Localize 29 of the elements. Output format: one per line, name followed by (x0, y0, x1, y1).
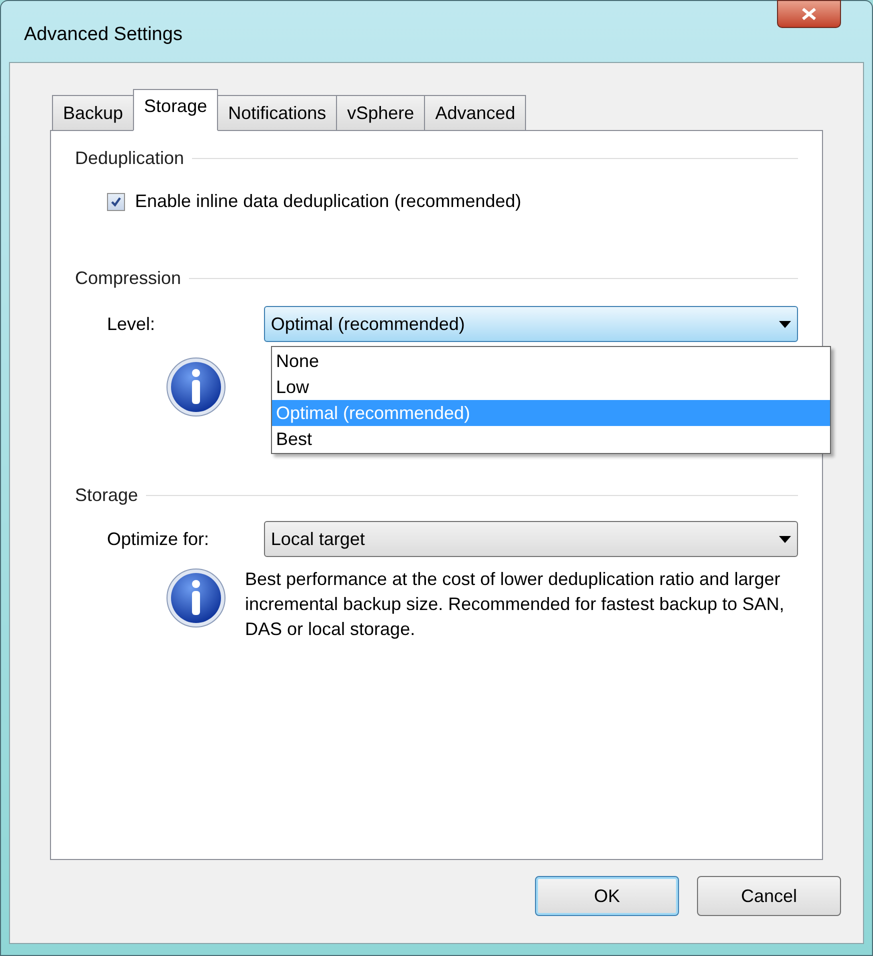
tab[interactable]: Notifications (217, 95, 338, 131)
info-icon (165, 567, 227, 629)
tab[interactable]: Storage (133, 89, 218, 131)
close-icon (802, 8, 816, 20)
tab[interactable]: Backup (52, 95, 134, 131)
window-title: Advanced Settings (24, 22, 182, 47)
group-heading: Storage (75, 484, 138, 507)
field-label: Level: (107, 312, 156, 336)
dropdown-option[interactable]: Best (272, 426, 830, 452)
dropdown-arrow-icon (779, 536, 791, 542)
checkmark-icon (110, 196, 122, 208)
checkbox[interactable] (107, 192, 125, 210)
close-button[interactable] (777, 0, 841, 28)
info-icon (165, 356, 227, 418)
level-dropdown[interactable]: Optimal (recommended) (264, 306, 798, 342)
tab[interactable]: Advanced (424, 95, 526, 131)
group-heading: Compression (75, 267, 182, 290)
checkbox-label: Enable inline data deduplication (recommended) (135, 190, 522, 213)
dropdown-option[interactable]: Low (272, 374, 830, 400)
group-heading: Deduplication (75, 147, 184, 170)
dropdown-arrow-icon (779, 320, 791, 328)
checkbox-row[interactable]: Enable inline data deduplication (recommended) (107, 188, 798, 215)
tab[interactable]: vSphere (336, 95, 426, 131)
dropdown-option[interactable]: None (272, 348, 830, 374)
optimize-dropdown[interactable]: Local target (264, 521, 798, 557)
dialog-button[interactable]: OK (535, 876, 679, 916)
info-text: Best performance at the cost of lower deduplication ratio and larger incremental backup size. Recommended for fastest backup to SAN, DAS or local storage. (245, 568, 786, 641)
dialog-button[interactable]: Cancel (697, 876, 841, 916)
field-label: Optimize for: (107, 528, 210, 551)
